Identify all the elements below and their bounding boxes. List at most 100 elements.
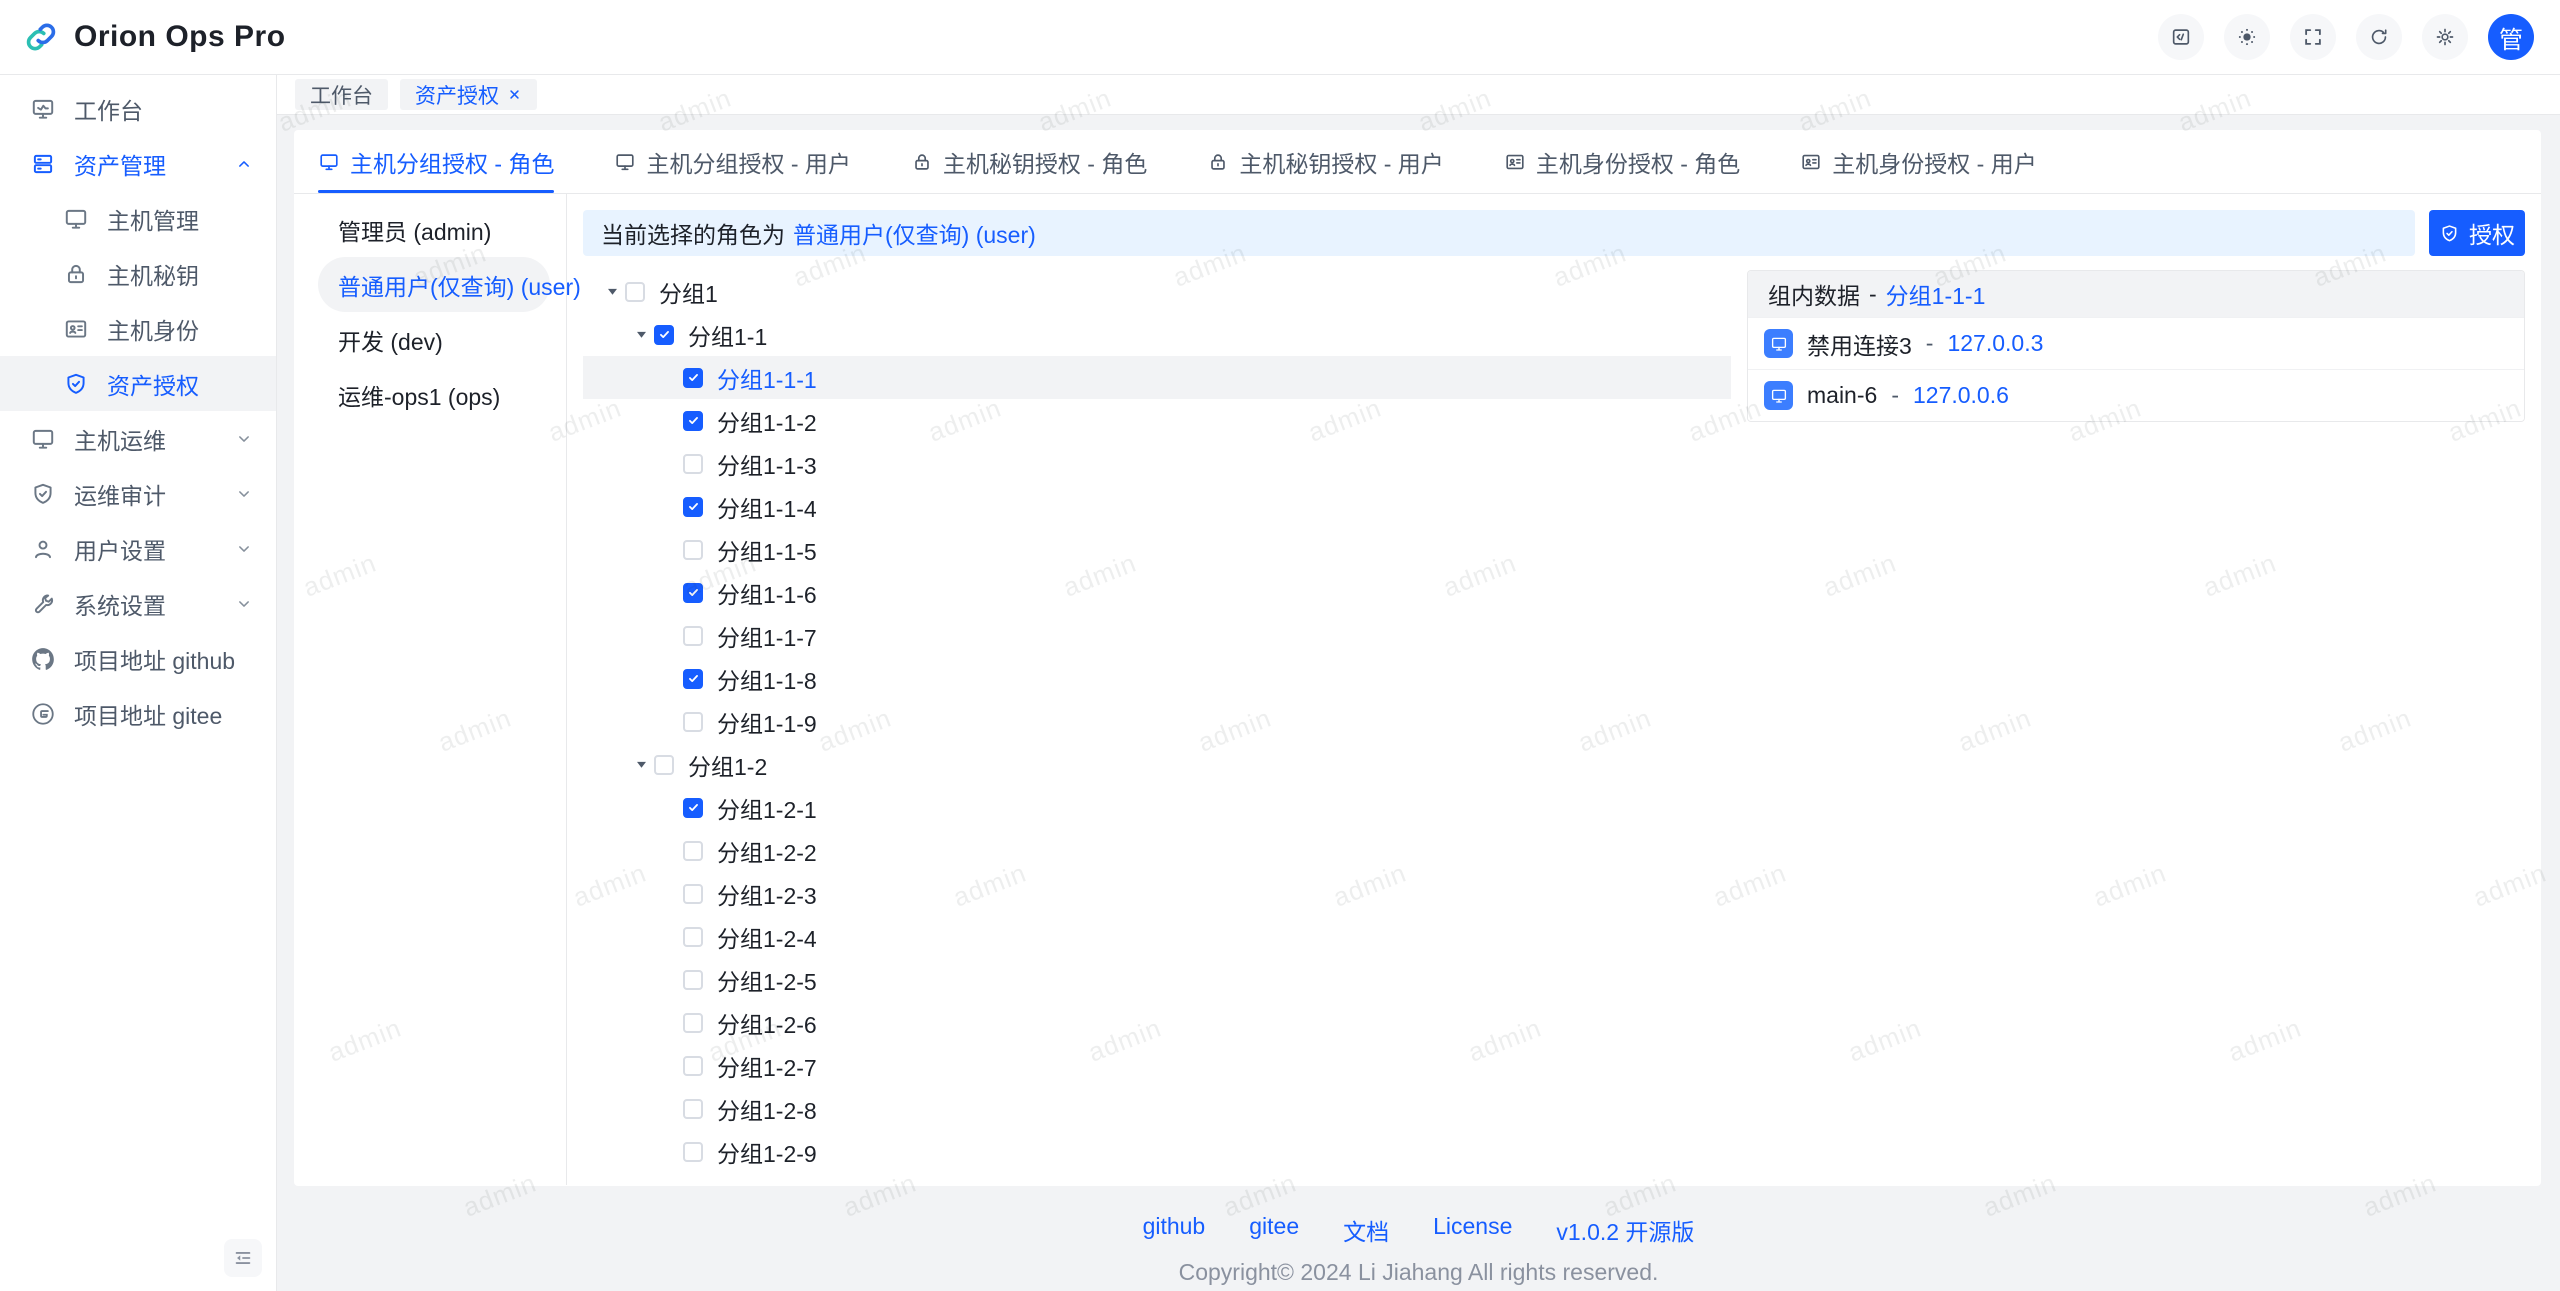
footer-link-gitee[interactable]: gitee <box>1249 1213 1299 1247</box>
content-tab-1[interactable]: 主机分组授权 - 用户 <box>614 130 851 193</box>
tree-row-分组1-2-5[interactable]: 分组1-2-5 <box>583 958 1731 1001</box>
role-item-1[interactable]: 普通用户(仅查询) (user) <box>318 257 581 312</box>
theme-sun-button[interactable] <box>2224 14 2270 60</box>
host-row-0[interactable]: 禁用连接3-127.0.0.3 <box>1748 317 2524 369</box>
footer-link-License[interactable]: License <box>1433 1213 1512 1247</box>
host-name: 禁用连接3 <box>1807 332 1912 359</box>
tree-row-分组1-2-6[interactable]: 分组1-2-6 <box>583 1001 1731 1044</box>
footer-link-v1.0.2 开源版[interactable]: v1.0.2 开源版 <box>1556 1213 1694 1247</box>
content-tab-4[interactable]: 主机身份授权 - 角色 <box>1504 130 1740 193</box>
caret-down-icon[interactable] <box>628 327 654 342</box>
tree-checkbox-分组1-2-5[interactable] <box>683 969 703 990</box>
tree-checkbox-分组1-2-4[interactable] <box>683 926 703 947</box>
tree-row-分组1-1-3[interactable]: 分组1-1-3 <box>583 442 1731 485</box>
settings-gear-button[interactable] <box>2422 14 2468 60</box>
content-tab-5[interactable]: 主机身份授权 - 用户 <box>1800 130 2037 193</box>
user-avatar[interactable]: 管 <box>2488 14 2534 60</box>
tree-row-分组1-2-9[interactable]: 分组1-2-9 <box>583 1130 1731 1173</box>
caret-down-icon[interactable] <box>628 757 654 772</box>
sidebar-item-host-key[interactable]: 主机秘钥 <box>0 246 276 301</box>
content-tab-2[interactable]: 主机秘钥授权 - 角色 <box>911 130 1147 193</box>
footer-link-文档[interactable]: 文档 <box>1343 1213 1389 1247</box>
tree-checkbox-分组1-2-8[interactable] <box>683 1098 703 1119</box>
sidebar-item-asset-management[interactable]: 资产管理 <box>0 136 276 191</box>
tree-checkbox-分组1-1-7[interactable] <box>683 625 703 646</box>
monitor-icon <box>30 426 56 452</box>
tree-row-分组1-1-7[interactable]: 分组1-1-7 <box>583 614 1731 657</box>
sidebar-item-host-ops[interactable]: 主机运维 <box>0 411 276 466</box>
tree-checkbox-分组1-2-1[interactable] <box>683 797 703 818</box>
sidebar-item-label: 项目地址 gitee <box>74 702 223 729</box>
tree-row-分组1-1-4[interactable]: 分组1-1-4 <box>583 485 1731 528</box>
tree-checkbox-分组1-1-9[interactable] <box>683 711 703 732</box>
sidebar-item-user-settings[interactable]: 用户设置 <box>0 521 276 576</box>
sidebar-item-ops-audit[interactable]: 运维审计 <box>0 466 276 521</box>
role-item-3[interactable]: 运维-ops1 (ops) <box>318 367 550 422</box>
page-tab-资产授权[interactable]: 资产授权 <box>400 79 537 110</box>
user-icon <box>30 536 56 562</box>
tree-row-分组1-1-2[interactable]: 分组1-1-2 <box>583 399 1731 442</box>
sidebar-collapse-button[interactable] <box>224 1239 262 1277</box>
host-row-1[interactable]: main-6-127.0.0.6 <box>1748 369 2524 421</box>
code-square-button[interactable] <box>2158 14 2204 60</box>
tree-node-label: 分组2 <box>659 1178 718 1186</box>
tree-row-分组1-1-5[interactable]: 分组1-1-5 <box>583 528 1731 571</box>
tree-row-分组1-2-3[interactable]: 分组1-2-3 <box>583 872 1731 915</box>
fullscreen-button[interactable] <box>2290 14 2336 60</box>
tree-node-label: 分组1-2-3 <box>717 882 817 909</box>
tree-row-分组1-1-9[interactable]: 分组1-1-9 <box>583 700 1731 743</box>
refresh-button[interactable] <box>2356 14 2402 60</box>
tree-checkbox-分组1-1-6[interactable] <box>683 582 703 603</box>
authorize-button[interactable]: 授权 <box>2429 210 2525 256</box>
role-item-0[interactable]: 管理员 (admin) <box>318 202 550 257</box>
tree-checkbox-分组1-1-3[interactable] <box>683 453 703 474</box>
selected-role-alert: 当前选择的角色为 普通用户(仅查询) (user) <box>583 210 2415 256</box>
tree-checkbox-分组1-2-7[interactable] <box>683 1055 703 1076</box>
role-item-2[interactable]: 开发 (dev) <box>318 312 550 367</box>
tree-checkbox-分组1-1-1[interactable] <box>683 367 703 388</box>
tree-checkbox-分组1-2[interactable] <box>654 754 674 775</box>
tree-row-分组1-2-4[interactable]: 分组1-2-4 <box>583 915 1731 958</box>
tree-row-分组1-2[interactable]: 分组1-2 <box>583 743 1731 786</box>
tree-checkbox-分组1[interactable] <box>625 281 645 302</box>
sidebar-item-asset-authorization[interactable]: 资产授权 <box>0 356 276 411</box>
tree-checkbox-分组1-1[interactable] <box>654 324 674 345</box>
content-tab-3[interactable]: 主机秘钥授权 - 用户 <box>1207 130 1444 193</box>
tree-row-分组2[interactable]: 分组2 <box>583 1173 1731 1185</box>
footer-link-github[interactable]: github <box>1143 1213 1206 1247</box>
tree-checkbox-分组1-2-2[interactable] <box>683 840 703 861</box>
idcard-icon <box>1800 151 1822 173</box>
tree-row-分组1[interactable]: 分组1 <box>583 270 1731 313</box>
content-tab-0[interactable]: 主机分组授权 - 角色 <box>318 130 555 193</box>
sidebar-item-label: 项目地址 github <box>74 647 236 674</box>
host-separator: - <box>1891 382 1899 408</box>
tree-checkbox-分组1-1-5[interactable] <box>683 539 703 560</box>
sidebar-item-label: 系统设置 <box>74 592 166 619</box>
tree-checkbox-分组1-1-8[interactable] <box>683 668 703 689</box>
sidebar-item-host-management[interactable]: 主机管理 <box>0 191 276 246</box>
tree-row-分组1-2-8[interactable]: 分组1-2-8 <box>583 1087 1731 1130</box>
tree-checkbox-分组1-2-9[interactable] <box>683 1141 703 1162</box>
tree-checkbox-分组2[interactable] <box>625 1184 645 1185</box>
sidebar-item-host-identity[interactable]: 主机身份 <box>0 301 276 356</box>
alert-role-link[interactable]: 普通用户(仅查询) (user) <box>793 216 1036 250</box>
tree-checkbox-分组1-1-2[interactable] <box>683 410 703 431</box>
tree-checkbox-分组1-1-4[interactable] <box>683 496 703 517</box>
tree-row-分组1-1-8[interactable]: 分组1-1-8 <box>583 657 1731 700</box>
tree-row-分组1-1[interactable]: 分组1-1 <box>583 313 1731 356</box>
sidebar-item-project-gitee[interactable]: 项目地址 gitee <box>0 686 276 741</box>
tree-row-分组1-1-1[interactable]: 分组1-1-1 <box>583 356 1731 399</box>
page-tab-工作台[interactable]: 工作台 <box>295 79 388 110</box>
tree-checkbox-分组1-2-6[interactable] <box>683 1012 703 1033</box>
copyright-text: Copyright© 2024 Li Jiahang All rights re… <box>1178 1259 1659 1285</box>
tree-row-分组1-2-7[interactable]: 分组1-2-7 <box>583 1044 1731 1087</box>
tree-row-分组1-2-1[interactable]: 分组1-2-1 <box>583 786 1731 829</box>
sidebar-item-project-github[interactable]: 项目地址 github <box>0 631 276 686</box>
tree-row-分组1-1-6[interactable]: 分组1-1-6 <box>583 571 1731 614</box>
sidebar-item-system-settings[interactable]: 系统设置 <box>0 576 276 631</box>
tree-checkbox-分组1-2-3[interactable] <box>683 883 703 904</box>
tree-row-分组1-2-2[interactable]: 分组1-2-2 <box>583 829 1731 872</box>
close-icon[interactable] <box>507 87 522 102</box>
sidebar-item-workbench[interactable]: 工作台 <box>0 81 276 136</box>
caret-down-icon[interactable] <box>599 284 625 299</box>
